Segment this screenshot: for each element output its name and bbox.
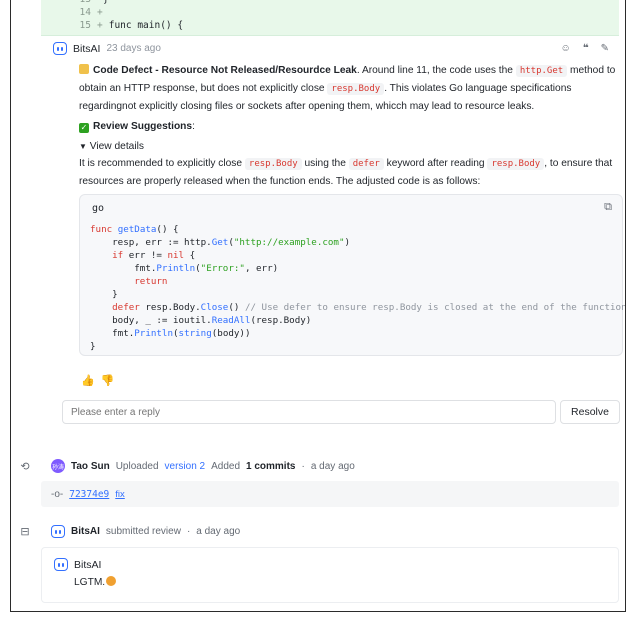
- view-details-toggle[interactable]: ▼ View details: [79, 138, 619, 155]
- upload-user[interactable]: Tao Sun: [71, 461, 110, 472]
- thumbs-up-icon[interactable]: 👍: [81, 374, 95, 387]
- comment-body: Code Defect - Resource Not Released/Reso…: [79, 62, 619, 190]
- diff-line: 14 +: [79, 7, 103, 18]
- inline-code: defer: [348, 158, 384, 170]
- ai-comment: BitsAI 23 days ago ☺ ❝ ✎ Code Defect - R…: [41, 36, 625, 431]
- comment-time: 23 days ago: [106, 43, 161, 54]
- upload-time: a day ago: [310, 460, 355, 472]
- code-block: go ⧉ func getData() { resp, err := http.…: [79, 194, 626, 356]
- inline-code: resp.Body: [487, 158, 545, 170]
- issue-title: Code Defect - Resource Not Released/Reso…: [93, 65, 357, 76]
- review-panel: 13} 14+ 15+func main() { BitsAI 23 days …: [10, 0, 626, 612]
- diff-snippet: 13} 14+ 15+func main() {: [41, 0, 619, 36]
- sync-icon: ⟲: [20, 460, 30, 473]
- quote-icon[interactable]: ❝: [583, 43, 589, 54]
- review-icon: ⊟: [20, 526, 30, 538]
- cat-emoji-icon: [106, 576, 117, 586]
- commit-sha-link[interactable]: 72374e9: [69, 489, 109, 500]
- code-language: go: [92, 203, 105, 214]
- comment-actions: ☺ ❝ ✎: [561, 43, 609, 54]
- issue-paragraph: Code Defect - Resource Not Released/Reso…: [79, 64, 616, 112]
- bitsai-avatar-icon: [53, 42, 67, 55]
- user-avatar[interactable]: 孙涛: [51, 459, 65, 473]
- edit-icon[interactable]: ✎: [601, 43, 609, 54]
- commit-message-link[interactable]: fix: [115, 489, 125, 500]
- caret-down-icon: ▼: [79, 142, 87, 151]
- bitsai-avatar-icon: [54, 558, 68, 571]
- recommendation-paragraph: It is recommended to explicitly close re…: [79, 158, 613, 187]
- upload-event: ⟲ 孙涛 Tao Sun Uploaded version 2 Added 1 …: [20, 459, 355, 473]
- code-content: func getData() { resp, err := http.Get("…: [90, 224, 626, 352]
- bitsai-avatar-icon: [51, 525, 65, 538]
- review-event: ⊟ BitsAI submitted review · a day ago: [20, 525, 241, 538]
- emoji-reaction-icon[interactable]: ☺: [561, 43, 571, 54]
- inline-code: resp.Body: [244, 158, 302, 170]
- diff-line: 15 + func main() {: [79, 20, 184, 31]
- review-card-header: BitsAI: [54, 558, 101, 571]
- review-time: a day ago: [196, 526, 241, 537]
- suggestions-heading: ✓ Review Suggestions:: [79, 121, 195, 133]
- thumbs-down-icon[interactable]: 👎: [101, 374, 115, 387]
- comment-author[interactable]: BitsAI: [73, 43, 100, 55]
- version-link[interactable]: version 2: [165, 461, 206, 472]
- commit-count: 1 commits: [246, 460, 296, 472]
- inline-code: resp.Body: [327, 83, 385, 95]
- comment-header: BitsAI 23 days ago: [53, 42, 161, 55]
- reaction-bar: 👍 👎: [81, 374, 114, 387]
- review-user[interactable]: BitsAI: [71, 526, 100, 537]
- commit-item: -o- 72374e9 fix: [41, 481, 619, 507]
- commit-icon: -o-: [51, 488, 64, 500]
- inline-code: http.Get: [515, 65, 568, 77]
- copy-icon[interactable]: ⧉: [604, 201, 612, 214]
- review-card-body: LGTM.: [74, 576, 117, 588]
- review-card-author[interactable]: BitsAI: [74, 559, 101, 571]
- reply-input[interactable]: [62, 400, 556, 424]
- pencil-emoji-icon: [79, 64, 89, 74]
- check-emoji-icon: ✓: [79, 123, 89, 133]
- resolve-button[interactable]: Resolve: [560, 400, 620, 424]
- review-card: BitsAI LGTM.: [41, 547, 619, 603]
